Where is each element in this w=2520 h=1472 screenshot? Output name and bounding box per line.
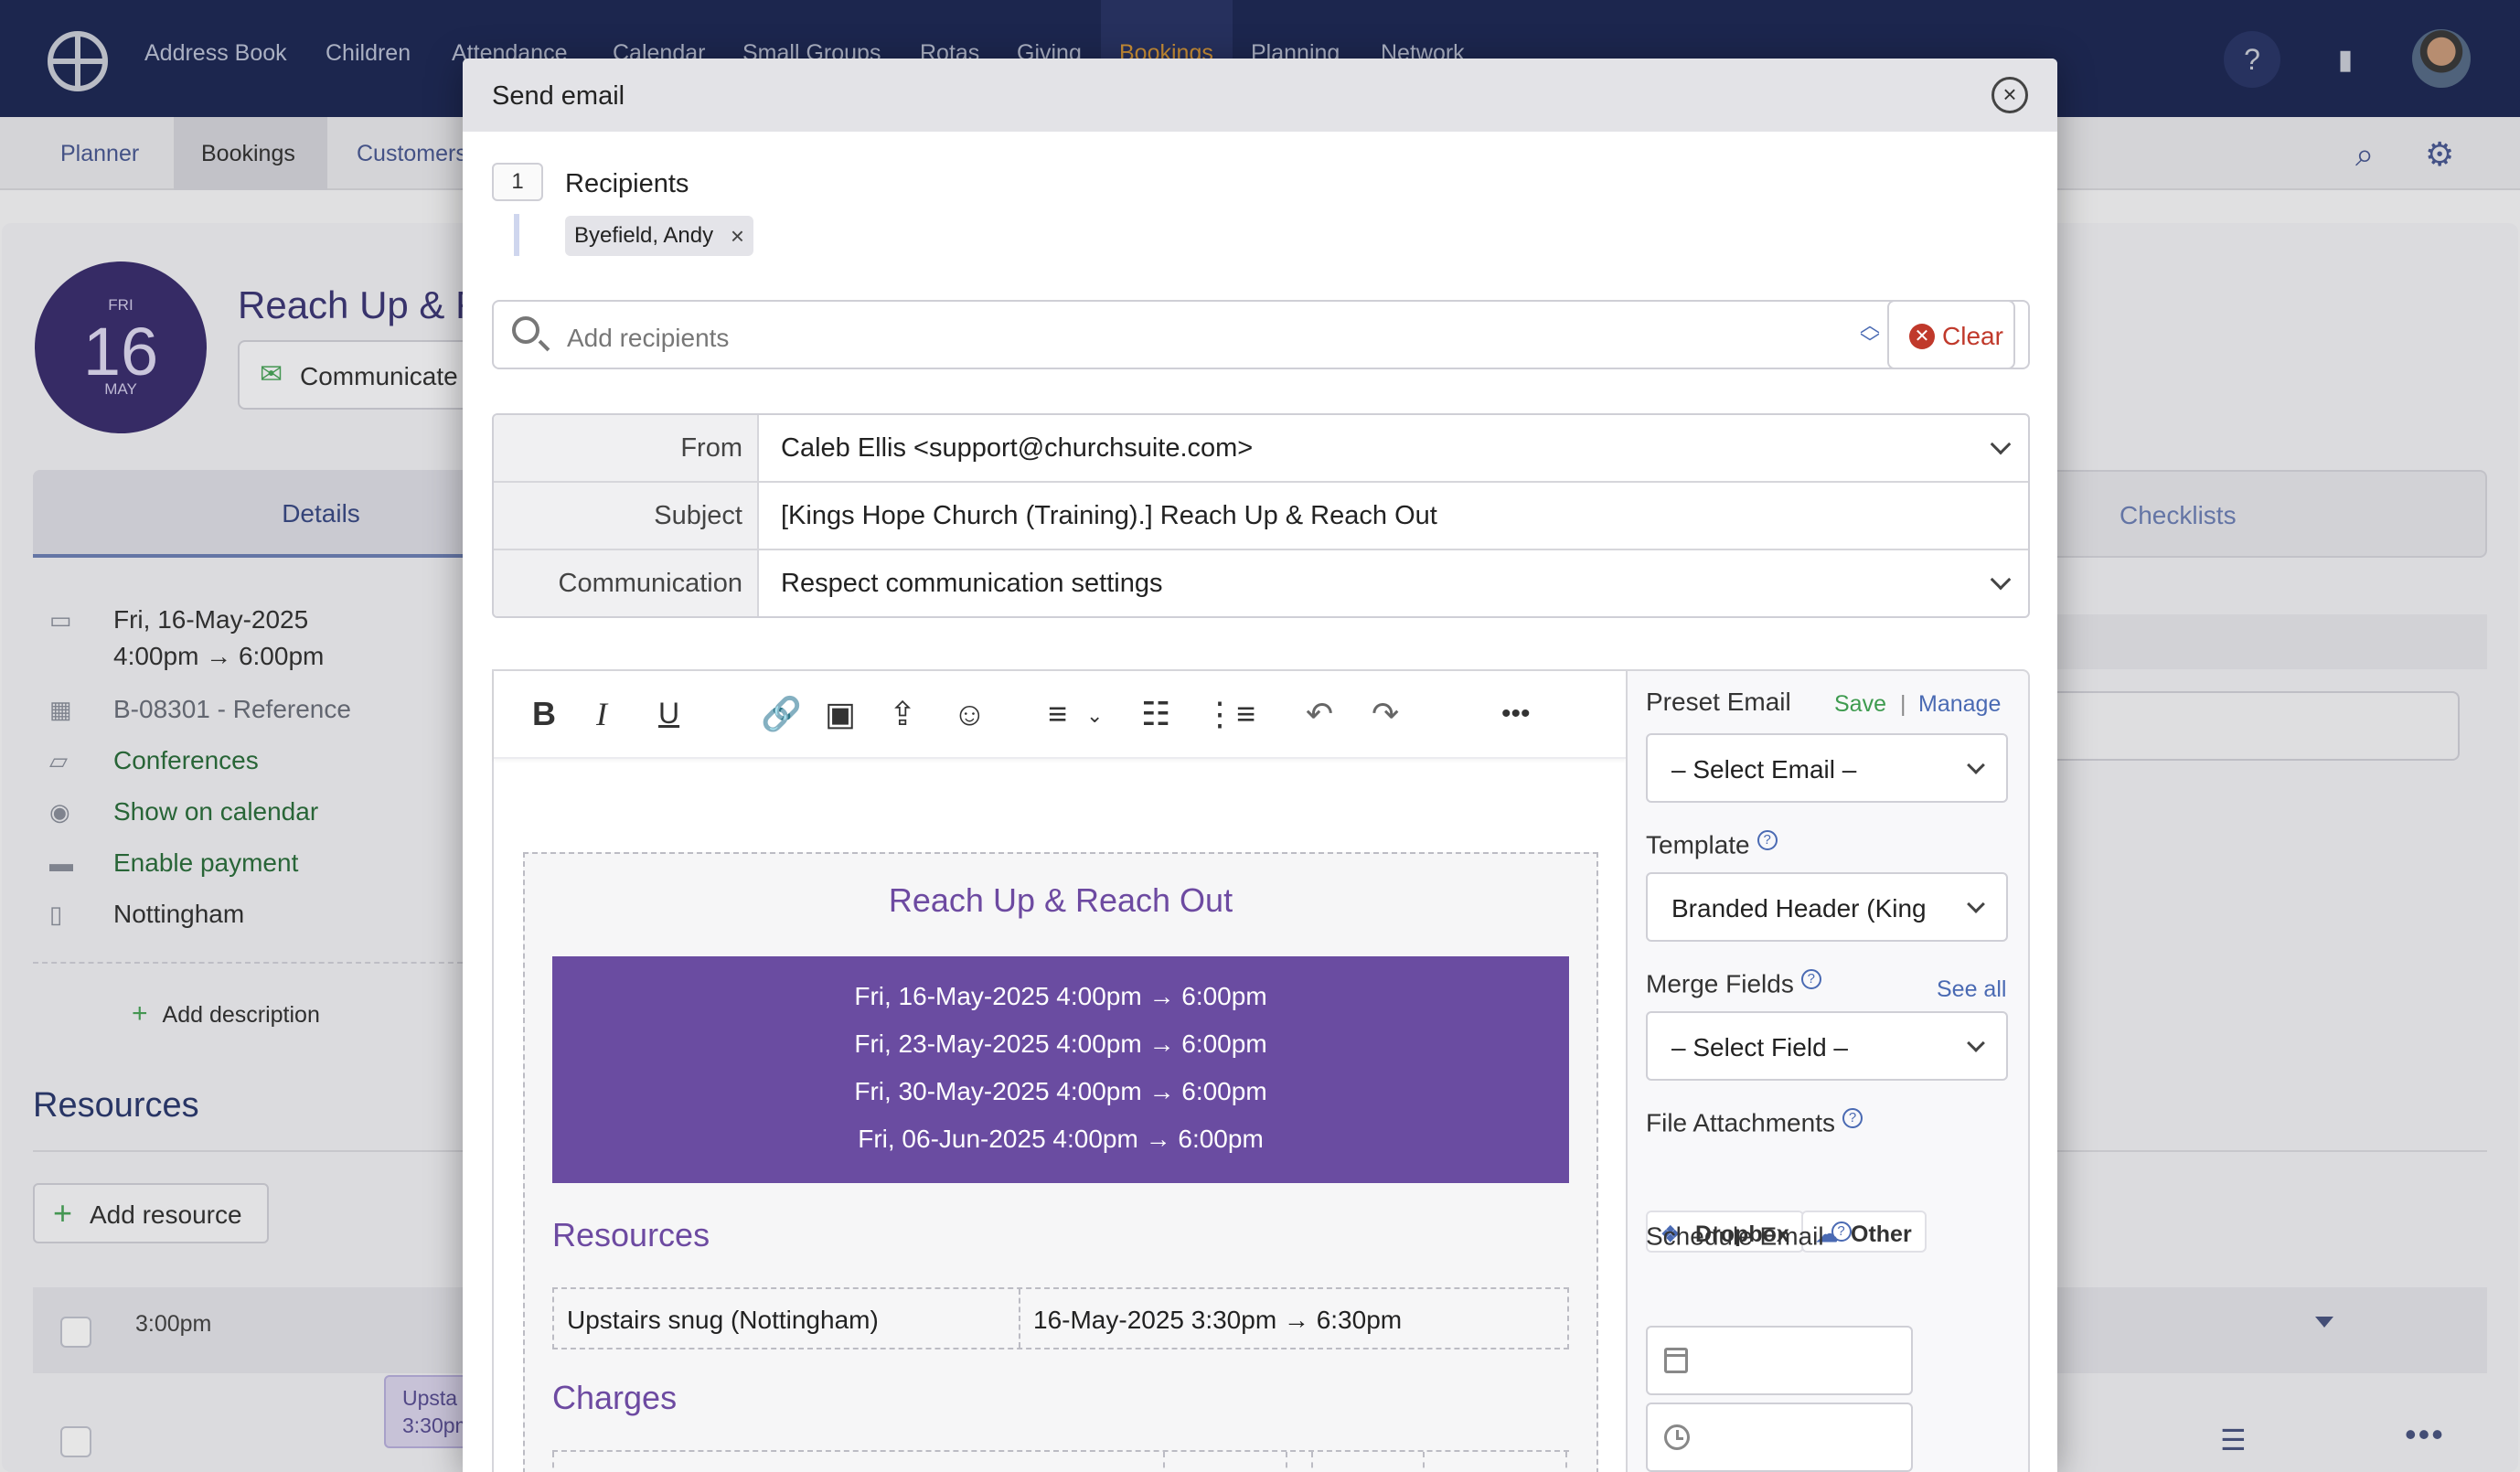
bold-icon[interactable]: B bbox=[532, 695, 556, 733]
recipient-chip: Byefield, Andy × bbox=[565, 216, 754, 256]
template-label: Template? bbox=[1646, 830, 1778, 859]
clear-label: Clear bbox=[1942, 322, 2003, 350]
charges-col-divider bbox=[552, 1452, 554, 1472]
communication-label: Communication bbox=[494, 550, 759, 616]
email-title: Reach Up & Reach Out bbox=[888, 881, 1233, 919]
link-icon[interactable]: 🔗 bbox=[761, 695, 802, 733]
clear-x-circle-icon: ✕ bbox=[1909, 324, 1935, 349]
preset-email-select[interactable]: – Select Email – bbox=[1646, 733, 2008, 803]
charges-col-divider bbox=[1286, 1452, 1287, 1472]
manage-preset-link[interactable]: Manage bbox=[1918, 691, 2001, 718]
email-charges-heading: Charges bbox=[552, 1379, 678, 1416]
banner-date-line: Fri, 23-May-2025 4:00pm → 6:00pm bbox=[854, 1029, 1267, 1058]
recipients-count-badge: 1 bbox=[492, 163, 543, 201]
merge-field-select[interactable]: – Select Field – bbox=[1646, 1011, 2008, 1081]
upload-icon[interactable]: ⇪ bbox=[889, 695, 916, 733]
add-recipients-input[interactable]: Add recipients ︿ ﹀ bbox=[492, 300, 2015, 369]
undo-icon[interactable]: ↶ bbox=[1306, 695, 1333, 733]
email-resources-table: Upstairs snug (Nottingham) 16-May-2025 3… bbox=[552, 1287, 1569, 1349]
email-resources-heading: Resources bbox=[552, 1216, 710, 1253]
template-select[interactable]: Branded Header (King bbox=[1646, 872, 2008, 942]
template-value: Branded Header (King bbox=[1671, 894, 1927, 923]
recipient-chip-label: Byefield, Andy bbox=[574, 223, 714, 248]
help-icon[interactable]: ? bbox=[1842, 1108, 1863, 1128]
banner-date-line: Fri, 30-May-2025 4:00pm → 6:00pm bbox=[854, 1077, 1267, 1105]
help-icon[interactable]: ? bbox=[1757, 830, 1778, 850]
more-icon[interactable]: ••• bbox=[1501, 699, 1531, 730]
schedule-time-input[interactable] bbox=[1646, 1403, 1913, 1472]
subject-row[interactable]: Subject [Kings Hope Church (Training).] … bbox=[494, 483, 2028, 550]
merge-fields-label-text: Merge Fields bbox=[1646, 969, 1794, 998]
save-preset-link[interactable]: Save bbox=[1834, 691, 1886, 718]
from-label: From bbox=[494, 415, 759, 481]
see-all-link[interactable]: See all bbox=[1937, 976, 2006, 1003]
subject-label: Subject bbox=[494, 483, 759, 549]
underline-icon[interactable]: U bbox=[658, 697, 679, 731]
add-recipients-placeholder: Add recipients bbox=[567, 324, 730, 352]
calendar-icon bbox=[1664, 1348, 1688, 1373]
template-label-text: Template bbox=[1646, 830, 1750, 859]
editor-toolbar: B I U 🔗 ▣ ⇪ ☺ ≡ ⌄ ☷ ⋮≡ ↶ ↷ ••• bbox=[494, 671, 1626, 759]
chevron-down-icon bbox=[1967, 1034, 1985, 1052]
send-email-modal: Send email × 1 Recipients Byefield, Andy… bbox=[463, 59, 2057, 1472]
email-header-fields: From Caleb Ellis <support@churchsuite.co… bbox=[492, 413, 2030, 618]
clear-recipients-button[interactable]: ✕ Clear bbox=[1887, 300, 2030, 369]
close-icon[interactable]: × bbox=[1991, 77, 2028, 113]
recipients-indent-bar bbox=[514, 214, 519, 256]
resource-time-cell: 16-May-2025 3:30pm → 6:30pm bbox=[1033, 1306, 1403, 1334]
redo-icon[interactable]: ↷ bbox=[1372, 695, 1399, 733]
chevron-down-icon[interactable] bbox=[1990, 433, 2012, 455]
sort-updown-icon[interactable]: ︿ ﹀ bbox=[1860, 315, 1880, 354]
charges-col-divider bbox=[1311, 1452, 1313, 1472]
remove-recipient-icon[interactable]: × bbox=[731, 216, 744, 256]
schedule-email-label: Schedule Email? bbox=[1646, 1221, 1852, 1251]
from-row[interactable]: From Caleb Ellis <support@churchsuite.co… bbox=[494, 415, 2028, 483]
other-label: Other bbox=[1851, 1221, 1912, 1247]
preset-email-value: – Select Email – bbox=[1671, 755, 1857, 784]
clock-icon bbox=[1664, 1424, 1690, 1450]
image-icon[interactable]: ▣ bbox=[825, 695, 856, 733]
email-template-body[interactable]: Reach Up & Reach Out Fri, 16-May-2025 4:… bbox=[523, 852, 1598, 1472]
help-icon[interactable]: ? bbox=[1831, 1221, 1852, 1242]
banner-date-line: Fri, 06-Jun-2025 4:00pm → 6:00pm bbox=[858, 1125, 1264, 1153]
emoji-icon[interactable]: ☺ bbox=[953, 695, 987, 733]
resource-name-cell: Upstairs snug (Nottingham) bbox=[554, 1289, 1020, 1348]
charges-col-divider bbox=[1423, 1452, 1425, 1472]
email-dates-banner: Fri, 16-May-2025 4:00pm → 6:00pm Fri, 23… bbox=[552, 956, 1569, 1183]
email-charges-table bbox=[552, 1450, 1569, 1472]
align-left-icon[interactable]: ≡ bbox=[1048, 695, 1067, 733]
file-attachments-label: File Attachments? bbox=[1646, 1108, 1863, 1137]
numbered-list-icon[interactable]: ⋮≡ bbox=[1203, 695, 1255, 733]
help-icon[interactable]: ? bbox=[1800, 969, 1821, 989]
bullet-list-icon[interactable]: ☷ bbox=[1141, 695, 1170, 733]
recipients-label: Recipients bbox=[565, 169, 689, 198]
modal-header: Send email × bbox=[463, 59, 2057, 132]
merge-fields-label: Merge Fields? bbox=[1646, 969, 1821, 998]
banner-date-line: Fri, 16-May-2025 4:00pm → 6:00pm bbox=[854, 982, 1267, 1010]
schedule-date-input[interactable] bbox=[1646, 1326, 1913, 1395]
modal-title: Send email bbox=[492, 81, 625, 111]
file-attachments-label-text: File Attachments bbox=[1646, 1108, 1835, 1137]
charges-col-divider bbox=[1163, 1452, 1165, 1472]
charges-col-divider bbox=[1565, 1452, 1567, 1472]
chevron-down-icon[interactable] bbox=[1990, 569, 2012, 591]
chevron-down-icon bbox=[1967, 756, 1985, 774]
preset-email-label: Preset Email bbox=[1646, 688, 1791, 716]
subject-input[interactable]: [Kings Hope Church (Training).] Reach Up… bbox=[781, 501, 1437, 531]
chevron-down-icon[interactable]: ⌄ bbox=[1086, 704, 1103, 728]
communication-value: Respect communication settings bbox=[781, 569, 1163, 598]
communication-row[interactable]: Communication Respect communication sett… bbox=[494, 550, 2028, 616]
chevron-down-icon bbox=[1967, 895, 1985, 913]
italic-icon[interactable]: I bbox=[596, 695, 607, 733]
link-separator: | bbox=[1900, 691, 1906, 717]
email-options-sidebar: Preset Email Save | Manage – Select Emai… bbox=[1626, 669, 2030, 1472]
search-icon bbox=[512, 316, 539, 344]
email-editor[interactable]: B I U 🔗 ▣ ⇪ ☺ ≡ ⌄ ☷ ⋮≡ ↶ ↷ ••• Reach Up … bbox=[492, 669, 1626, 1472]
schedule-email-label-text: Schedule Email bbox=[1646, 1221, 1824, 1251]
merge-field-value: – Select Field – bbox=[1671, 1033, 1848, 1061]
from-value: Caleb Ellis <support@churchsuite.com> bbox=[781, 433, 1254, 463]
